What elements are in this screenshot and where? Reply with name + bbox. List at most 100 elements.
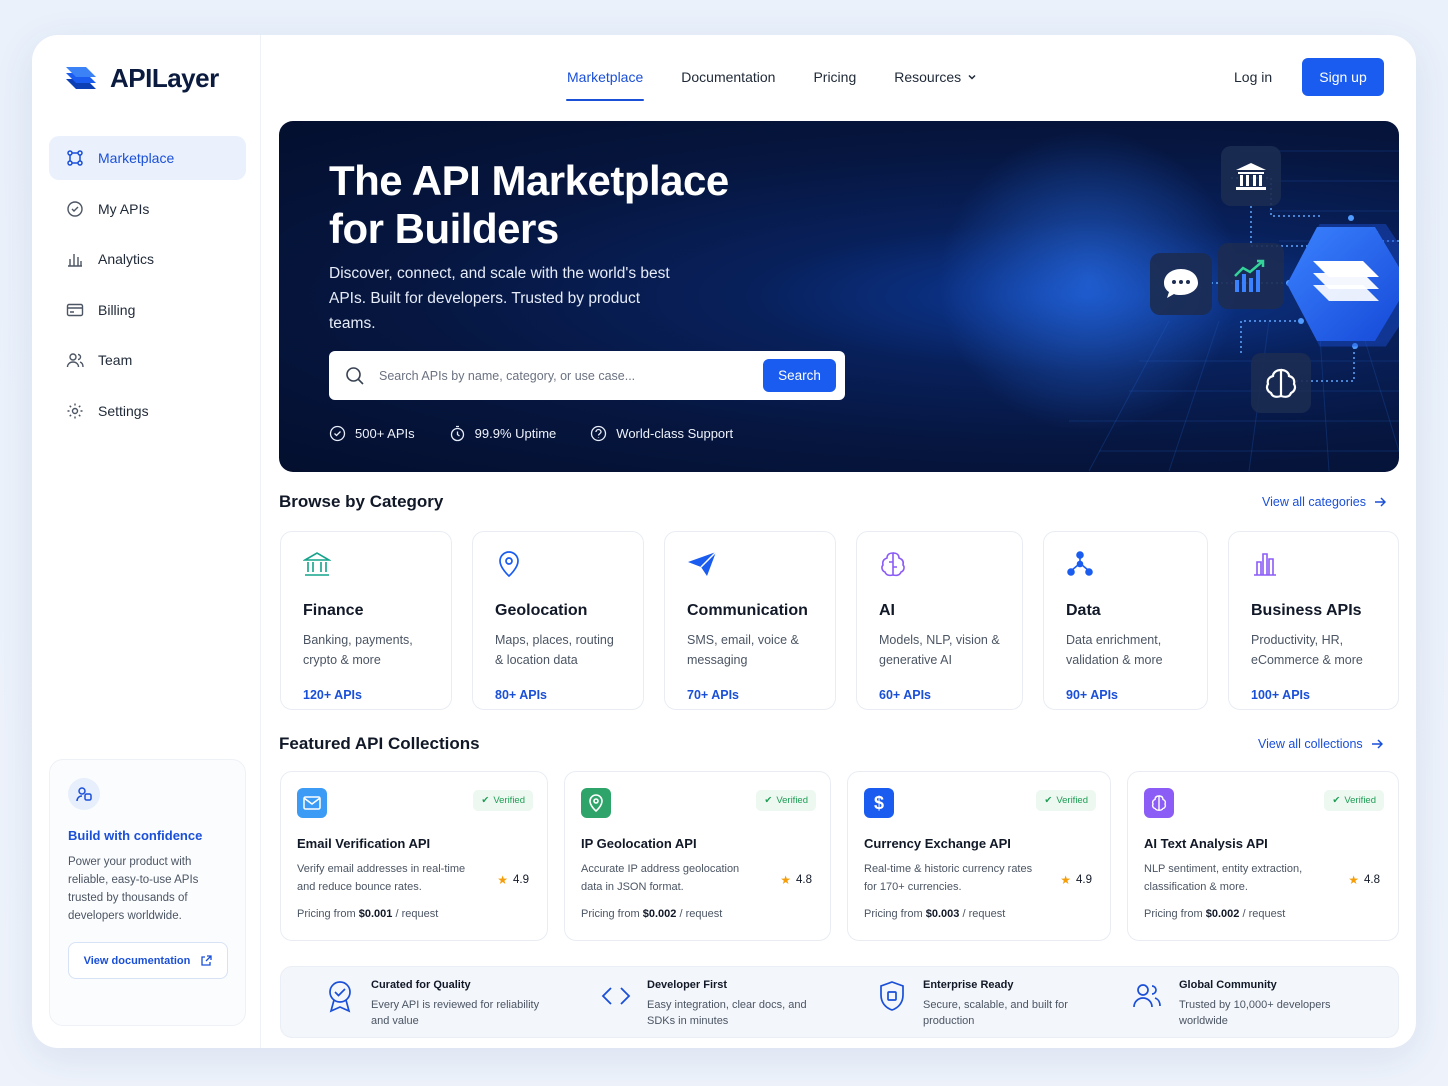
- dollar-icon: $: [864, 788, 894, 818]
- api-pricing: Pricing from $0.001 / request: [297, 908, 439, 920]
- category-card-data[interactable]: Data Data enrichment, validation & more …: [1043, 531, 1208, 710]
- api-name: IP Geolocation API: [581, 836, 697, 851]
- benefit-text: Every API is reviewed for reliability an…: [371, 999, 540, 1027]
- api-desc: Verify email addresses in real-time and …: [297, 863, 466, 893]
- buildings-icon: [1254, 553, 1276, 576]
- verified-badge: ✔ Verified: [1324, 790, 1384, 811]
- chevron-down-icon: [968, 74, 976, 80]
- category-card-business-apis[interactable]: Business APIs Productivity, HR, eCommerc…: [1228, 531, 1399, 710]
- rating: ★ 4.9: [1060, 873, 1092, 887]
- link-label: View all collections: [1258, 737, 1363, 751]
- featured-card-ai-text-analysis[interactable]: ✔ Verified AI Text Analysis API NLP senti…: [1127, 771, 1399, 941]
- api-name: Email Verification API: [297, 836, 431, 851]
- rating: ★ 4.8: [1348, 873, 1380, 887]
- stat-label: 500+ APIs: [355, 426, 415, 441]
- nav-label: Pricing: [813, 69, 857, 85]
- category-count: 120+ APIs: [303, 688, 362, 702]
- category-card-geolocation[interactable]: Geolocation Maps, places, routing & loca…: [472, 531, 644, 710]
- nav-marketplace[interactable]: Marketplace: [565, 69, 645, 101]
- view-all-categories-link[interactable]: View all categories: [1262, 495, 1386, 509]
- bar-chart-icon: [68, 254, 82, 267]
- users-icon: [68, 778, 100, 810]
- signup-button[interactable]: Sign up: [1302, 58, 1384, 96]
- paper-plane-icon: [688, 551, 717, 576]
- arrow-right-icon: [1375, 497, 1386, 507]
- search-input[interactable]: [379, 368, 749, 383]
- stopwatch-icon: [450, 425, 464, 442]
- hero-title: The API Marketplace for Builders: [329, 157, 729, 252]
- category-desc: Models, NLP, vision & generative AI: [879, 633, 1000, 667]
- sidebar-item-settings[interactable]: Settings: [49, 389, 246, 433]
- gear-icon: [67, 403, 83, 419]
- benefit-text: Secure, scalable, and built for producti…: [923, 999, 1068, 1027]
- sidebar-item-my-apis[interactable]: My APIs: [49, 187, 246, 231]
- data-nodes-icon: [1067, 551, 1093, 576]
- chart-node-icon: [1218, 243, 1284, 309]
- benefit-title: Enterprise Ready: [923, 979, 1014, 991]
- category-count: 80+ APIs: [495, 688, 548, 702]
- nav-resources[interactable]: Resources: [894, 69, 977, 101]
- featured-card-currency-exchange[interactable]: $ ✔ Verified Currency Exchange API Real-t…: [847, 771, 1111, 941]
- badge-check-icon: [329, 425, 346, 442]
- benefit-title: Developer First: [647, 979, 728, 991]
- categories-title: Browse by Category: [279, 492, 444, 511]
- sidebar-item-billing[interactable]: Billing: [49, 288, 246, 332]
- sidebar-item-analytics[interactable]: Analytics: [49, 237, 246, 281]
- top-nav: Marketplace Documentation Pricing Resour…: [565, 69, 977, 101]
- link-label: View all categories: [1262, 495, 1366, 509]
- brand-name: APILayer: [110, 62, 219, 93]
- sidebar-item-label: Team: [98, 352, 133, 369]
- api-pricing: Pricing from $0.002 / request: [1144, 908, 1286, 920]
- view-all-collections-link[interactable]: View all collections: [1258, 737, 1383, 751]
- category-desc: Banking, payments, crypto & more: [303, 633, 413, 667]
- star-icon: ★: [780, 873, 791, 887]
- category-name: Geolocation: [495, 602, 588, 619]
- category-desc: Data enrichment, validation & more: [1066, 633, 1163, 667]
- app-window: APILayer Marketplace My APIs Analytics B…: [32, 35, 1416, 1048]
- marketplace-icon: [67, 150, 83, 166]
- award-icon: [329, 981, 351, 1013]
- sidebar-nav: Marketplace My APIs Analytics Billing Te…: [49, 136, 246, 440]
- benefit-text: Trusted by 10,000+ developers worldwide: [1179, 999, 1331, 1027]
- category-name: Data: [1066, 602, 1101, 619]
- category-desc: SMS, email, voice & messaging: [687, 633, 799, 667]
- stat-label: World-class Support: [616, 426, 734, 441]
- category-name: Business APIs: [1251, 602, 1362, 619]
- featured-card-email-verification[interactable]: ✔ Verified Email Verification API Verify …: [280, 771, 548, 941]
- stat-label: 99.9% Uptime: [474, 426, 557, 441]
- category-card-finance[interactable]: Finance Banking, payments, crypto & more…: [280, 531, 452, 710]
- api-desc: NLP sentiment, entity extraction, classi…: [1144, 863, 1303, 893]
- sidebar-item-label: Billing: [98, 301, 136, 318]
- stat-support: World-class Support: [590, 425, 733, 442]
- nav-label: Documentation: [681, 69, 776, 85]
- location-pin-icon: [581, 788, 611, 818]
- sidebar-item-team[interactable]: Team: [49, 338, 246, 382]
- benefit-enterprise-ready: Enterprise Ready Secure, scalable, and bu…: [877, 979, 1093, 1029]
- nav-documentation[interactable]: Documentation: [681, 69, 775, 101]
- category-name: Finance: [303, 602, 364, 619]
- nav-label: Resources: [894, 69, 962, 85]
- bank-icon: [302, 552, 332, 576]
- api-badge-icon: [67, 200, 83, 217]
- logo[interactable]: APILayer: [62, 61, 219, 95]
- nav-pricing[interactable]: Pricing: [813, 69, 856, 101]
- category-card-communication[interactable]: Communication SMS, email, voice & messag…: [664, 531, 836, 710]
- api-pricing: Pricing from $0.003 / request: [864, 908, 1006, 920]
- hero-network-illustration: [939, 131, 1399, 472]
- featured-card-ip-geolocation[interactable]: ✔ Verified IP Geolocation API Accurate IP…: [564, 771, 831, 941]
- rating: ★ 4.8: [780, 873, 812, 887]
- arrow-right-icon: [1371, 739, 1383, 749]
- api-name: Currency Exchange API: [864, 836, 1011, 851]
- login-link[interactable]: Log in: [1234, 69, 1272, 85]
- shield-icon: [880, 981, 904, 1011]
- view-documentation-button[interactable]: View documentation: [68, 942, 228, 979]
- category-card-ai[interactable]: AI Models, NLP, vision & generative AI 6…: [856, 531, 1023, 710]
- stat-uptime: 99.9% Uptime: [449, 425, 557, 442]
- rating: ★ 4.9: [497, 873, 529, 887]
- users-icon: [1133, 984, 1161, 1008]
- benefit-text: Easy integration, clear docs, and SDKs i…: [647, 999, 807, 1027]
- benefit-title: Curated for Quality: [371, 979, 471, 991]
- search-button[interactable]: Search: [763, 359, 836, 392]
- team-icon: [66, 353, 84, 368]
- sidebar-item-marketplace[interactable]: Marketplace: [49, 136, 246, 180]
